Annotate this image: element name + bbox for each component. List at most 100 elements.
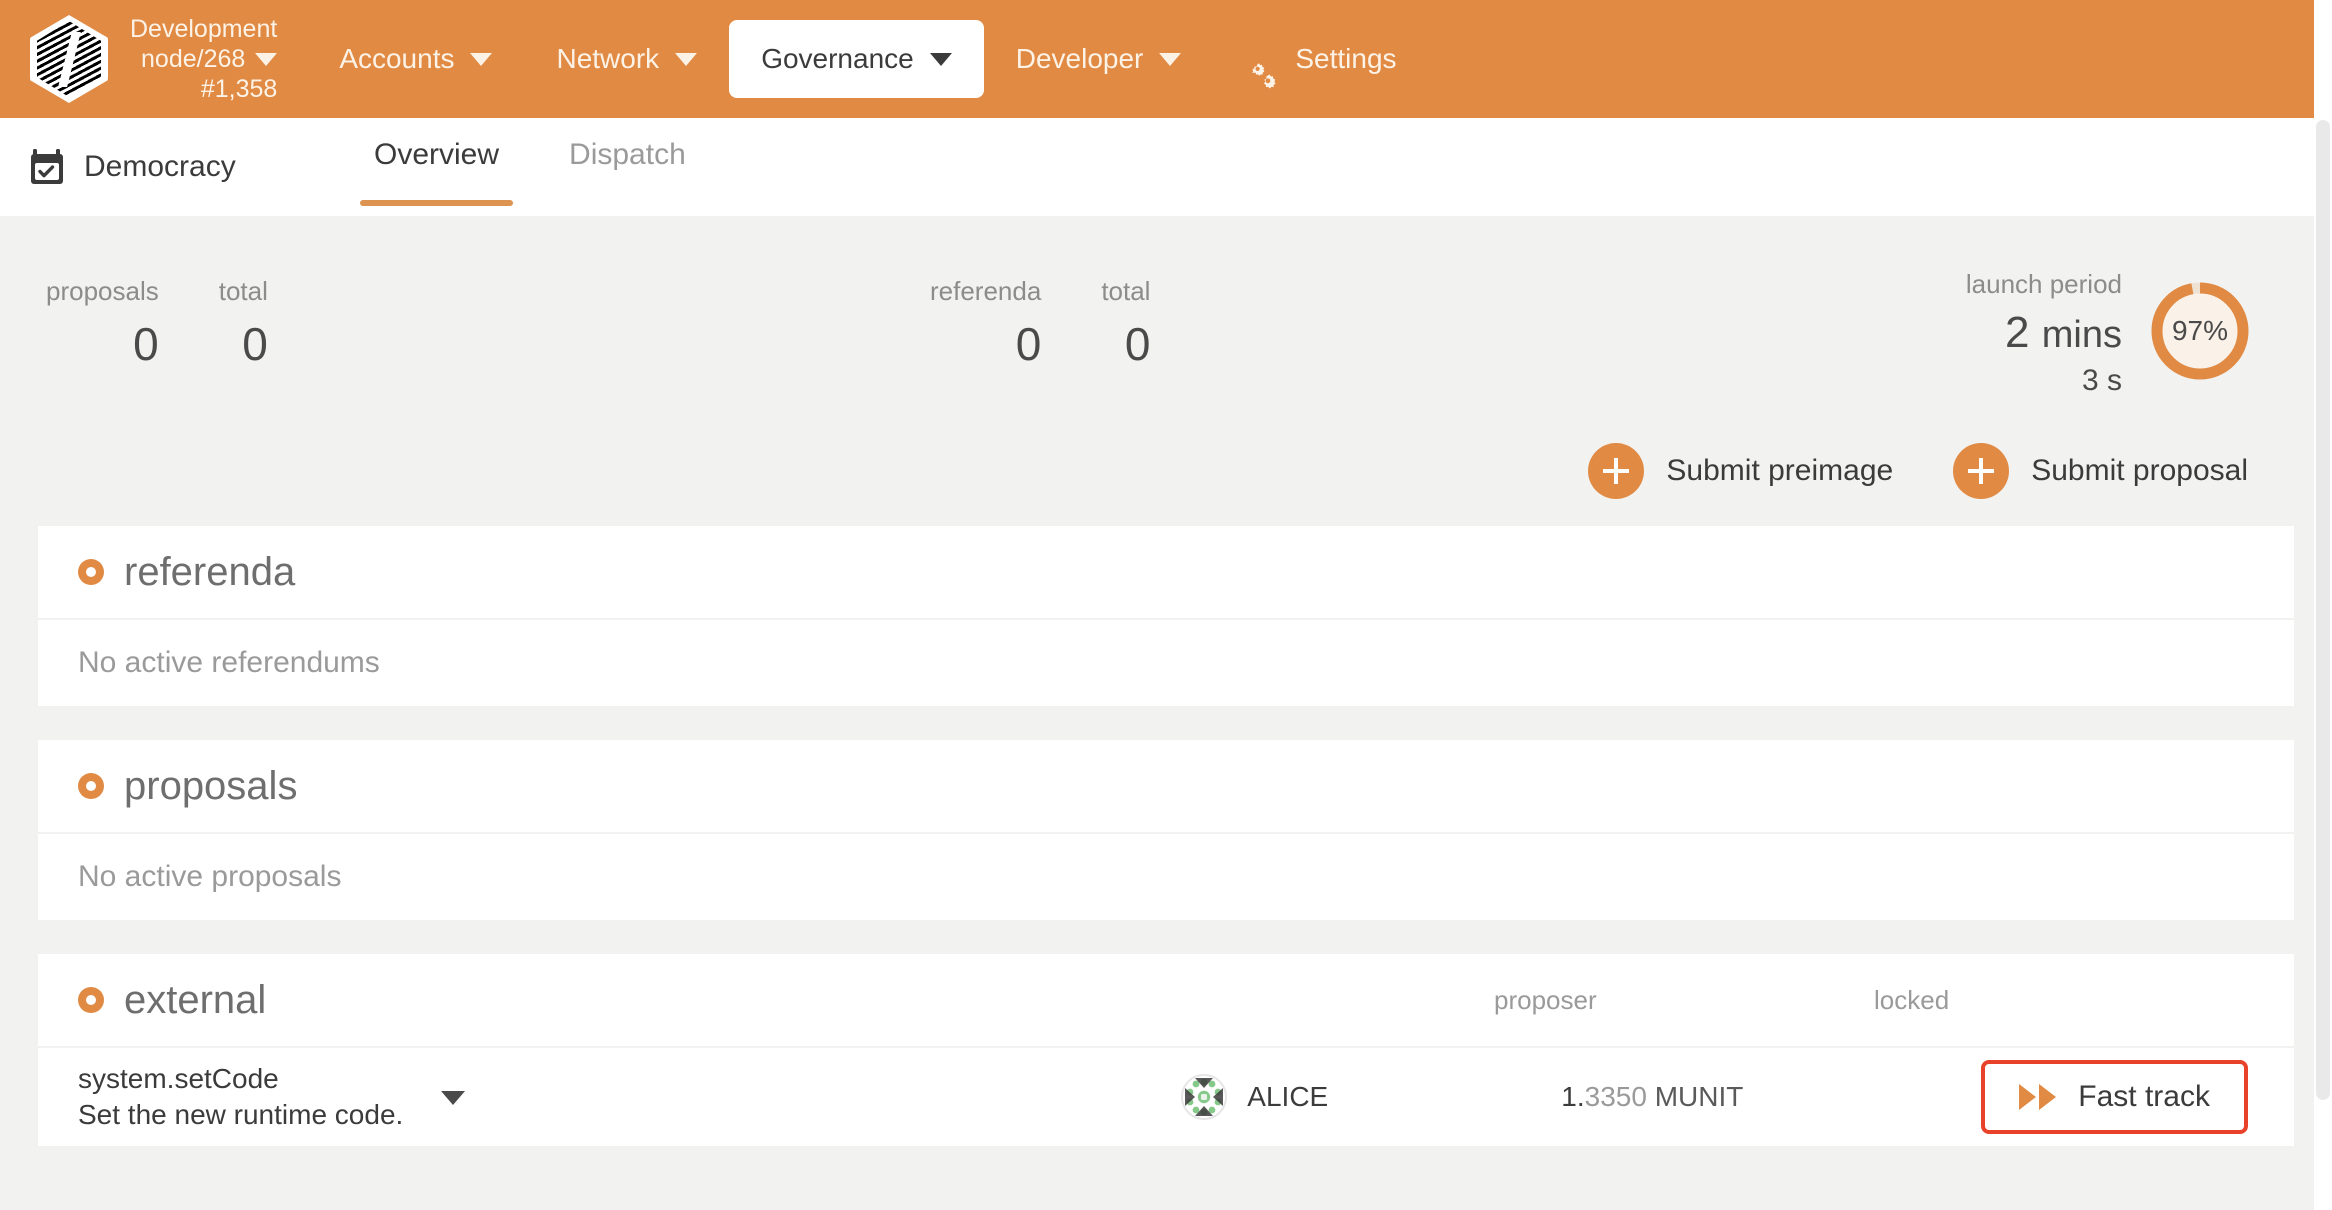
call-cell: system.setCode Set the new runtime code. [78,1061,1181,1133]
locked-integer: 1. [1561,1081,1585,1112]
locked-unit: MUNIT [1654,1081,1744,1112]
locked-fraction: 3350 [1584,1081,1647,1112]
column-headers: proposer locked [1494,954,2294,1046]
chain-selector[interactable]: Development node/268 #1,358 [130,14,278,104]
breadcrumb[interactable]: Democracy [0,118,300,216]
scrollbar-track[interactable] [2314,0,2332,1210]
section-body: No active proposals [38,832,2294,920]
nav-label: Accounts [339,43,455,74]
dot-circle-icon [78,773,104,799]
column-header-locked: locked [1874,984,1950,1015]
section-title: external [124,977,267,1022]
scrollbar-thumb[interactable] [2316,120,2330,1100]
summary-group-referenda: referenda 0 total 0 [930,268,1210,374]
stat-value: 0 [1124,318,1151,370]
chevron-down-icon [441,1090,466,1105]
tab-label: Overview [374,138,500,171]
fast-track-button[interactable]: Fast track [1981,1060,2248,1134]
breadcrumb-label: Democracy [84,150,236,183]
nav-label: Network [556,43,660,74]
summary-bar: proposals 0 total 0 referenda 0 total 0 [0,216,2332,416]
locked-cell: 1.3350 MUNIT [1561,1081,1981,1113]
top-navbar: Development node/268 #1,358 Accounts Net… [0,0,2332,118]
section-title: proposals [124,763,298,808]
call-description: Set the new runtime code. [78,1099,404,1130]
section-external: external proposer locked system.setCode … [38,954,2294,1146]
table-row: system.setCode Set the new runtime code. [38,1046,2294,1146]
breadcrumb-tab-bar: Democracy Overview Dispatch ? [0,118,2332,334]
section-body: No active referendums [38,618,2294,706]
submit-proposal-label: Submit proposal [2031,454,2248,487]
chain-name: Development [130,15,278,43]
plus-circle-icon [1953,443,2010,499]
stat-referenda-total: total 0 [1101,268,1150,374]
submit-proposal-button[interactable]: Submit proposal [1953,443,2248,499]
tab-overview[interactable]: Overview [360,118,514,216]
tab-label: Dispatch [569,138,686,171]
stat-label: total [218,276,268,306]
nav-item-network[interactable]: Network [524,20,729,98]
stat-proposals-total: total 0 [219,268,268,374]
dot-circle-icon [78,559,104,585]
nav-item-accounts[interactable]: Accounts [307,20,524,98]
section-proposals: proposals No active proposals [38,740,2294,920]
chain-node: node/268 [141,45,246,73]
section-title: referenda [124,549,296,594]
tab-bar: Overview Dispatch [360,118,742,216]
nav-label: Developer [1015,43,1144,74]
action-bar: Submit preimage Submit proposal [0,416,2332,526]
dot-circle-icon [78,987,104,1013]
launch-period-seconds: 3 s [2081,364,2122,397]
chevron-down-icon [929,52,952,66]
stat-label: proposals [46,276,159,306]
section-referenda: referenda No active referendums [38,526,2294,706]
calendar-check-icon [30,149,64,185]
stat-proposals: proposals 0 [46,268,159,374]
nav-label: Governance [761,43,914,74]
proposer-cell: ALICE [1181,1074,1561,1120]
stat-referenda: referenda 0 [930,268,1041,374]
main-nav: Accounts Network Governance Developer Se… [307,0,1428,118]
main-content: proposals 0 total 0 referenda 0 total 0 [0,216,2332,1210]
tab-dispatch[interactable]: Dispatch [555,118,700,216]
call-name: system.setCode [78,1063,279,1094]
fast-forward-icon [2019,1084,2057,1110]
chain-block: #1,358 [200,75,278,103]
launch-period-progress: 97% [2148,279,2252,383]
chevron-down-icon [470,52,493,66]
proposer-name: ALICE [1247,1081,1329,1112]
summary-group-proposals: proposals 0 total 0 [46,268,328,374]
stat-value: 0 [242,318,268,370]
nav-item-settings[interactable]: Settings [1213,20,1428,98]
chevron-down-icon [675,52,698,66]
fast-track-label: Fast track [2078,1080,2210,1113]
substrate-hex-logo-icon[interactable] [26,15,112,103]
empty-message: No active proposals [78,860,342,893]
launch-period-stat: launch period 2 mins 3 s 97% [1966,264,2252,398]
submit-preimage-button[interactable]: Submit preimage [1588,443,1893,499]
identicon-avatar[interactable] [1181,1074,1228,1120]
launch-period-value: 2 [2005,308,2030,357]
nav-label: Settings [1295,43,1397,74]
submit-preimage-label: Submit preimage [1666,454,1894,487]
column-header-proposer: proposer [1494,984,1597,1015]
launch-period-percent: 97% [2171,315,2229,346]
nav-item-governance[interactable]: Governance [729,20,984,98]
section-header: external proposer locked [38,954,2294,1046]
stat-label: total [1101,276,1151,306]
section-header: referenda [38,526,2294,618]
plus-circle-icon [1588,443,1645,499]
row-expand-toggle[interactable] [441,1090,466,1110]
gear-icon [1245,44,1279,89]
stat-label: referenda [930,276,1042,306]
nav-item-developer[interactable]: Developer [984,20,1214,98]
app-root: Development node/268 #1,358 Accounts Net… [0,0,2332,1210]
stat-value: 0 [1015,318,1042,370]
chevron-down-icon [255,52,278,66]
chevron-down-icon [1159,52,1182,66]
launch-period-unit: mins [2041,314,2122,356]
section-header: proposals [38,740,2294,832]
empty-message: No active referendums [78,646,380,679]
launch-period-label: launch period [1965,269,2122,299]
stat-value: 0 [133,318,159,370]
